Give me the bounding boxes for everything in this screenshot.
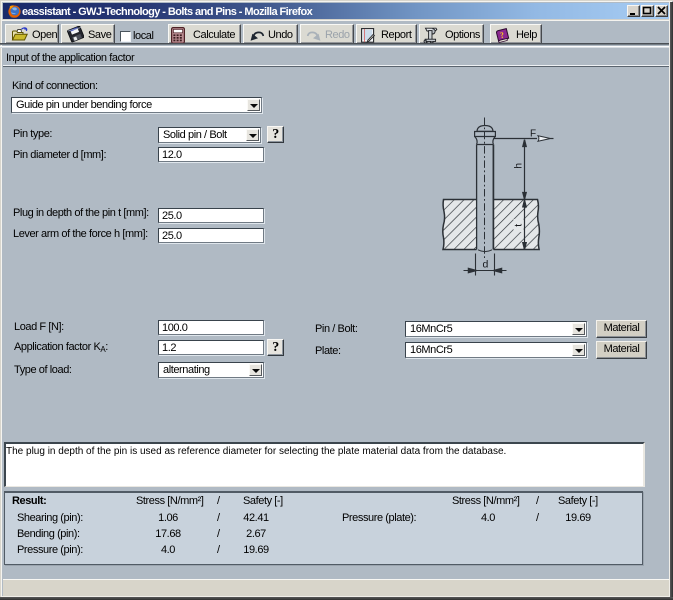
svg-text:h: h bbox=[513, 163, 525, 169]
svg-text:d: d bbox=[483, 259, 489, 271]
svg-text:F: F bbox=[530, 129, 536, 140]
